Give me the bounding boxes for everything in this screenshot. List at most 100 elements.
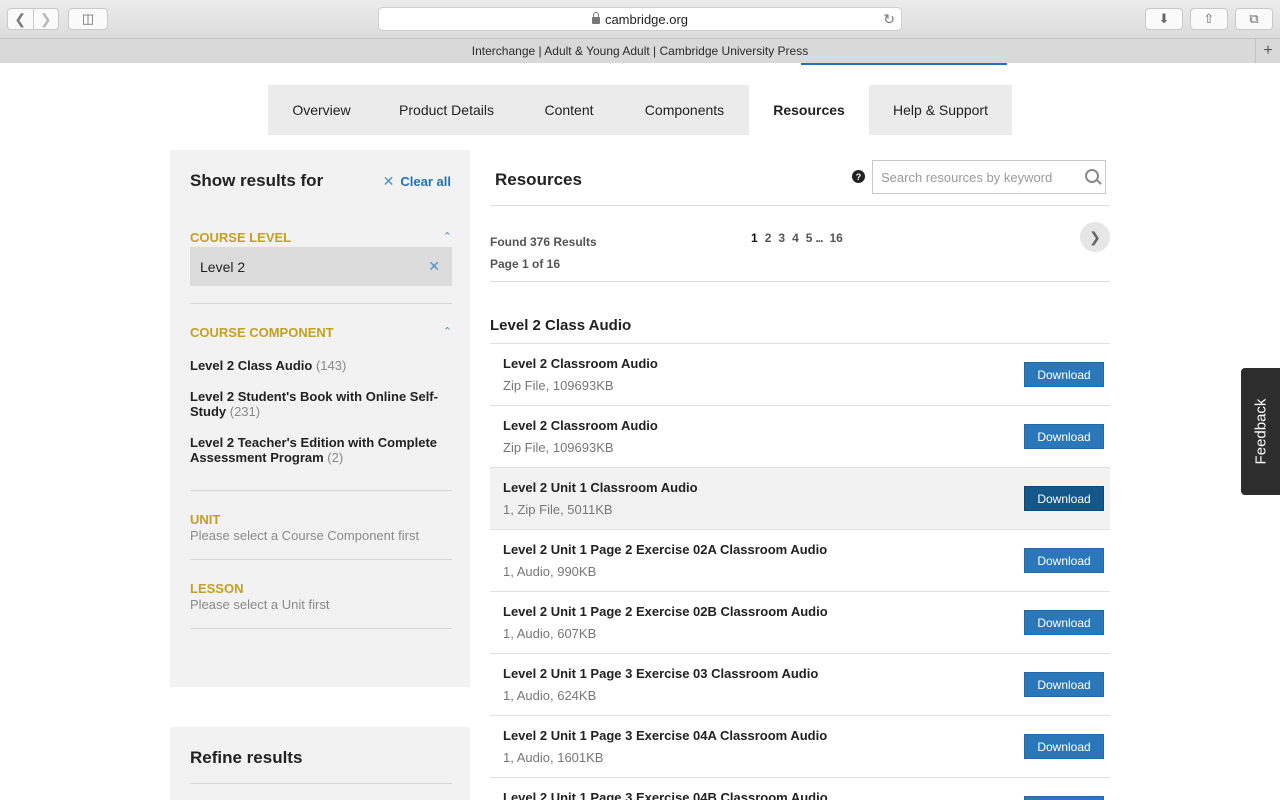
divider <box>190 303 452 304</box>
chevron-right-icon: ❯ <box>1089 228 1101 245</box>
close-icon: ✕ <box>382 173 395 189</box>
resource-list: Level 2 Classroom Audio Zip File, 109693… <box>490 343 1110 800</box>
tabs-overview-icon[interactable]: ⧉ <box>1235 8 1273 30</box>
resource-meta: Zip File, 109693KB <box>503 378 614 393</box>
course-component-heading: COURSE COMPONENT <box>190 325 334 340</box>
resource-meta: 1, Audio, 1601KB <box>503 750 604 765</box>
page-ellipsis: ... <box>815 231 823 245</box>
resource-row: Level 2 Unit 1 Page 2 Exercise 02B Class… <box>490 591 1110 653</box>
page-link[interactable]: 3 <box>778 231 785 245</box>
page-link[interactable]: 1 <box>751 231 758 245</box>
page-link[interactable]: 2 <box>765 231 772 245</box>
resource-meta: 1, Zip File, 5011KB <box>503 502 613 517</box>
tab-strip: Interchange | Adult & Young Adult | Camb… <box>0 38 1280 63</box>
unit-header[interactable]: UNIT <box>190 512 452 527</box>
divider <box>490 205 1110 206</box>
results-count: Found 376 Results <box>490 235 597 249</box>
search-input[interactable] <box>873 162 1081 192</box>
resource-row: Level 2 Unit 1 Page 3 Exercise 04A Class… <box>490 715 1110 777</box>
course-level-heading: COURSE LEVEL <box>190 230 292 245</box>
chevron-up-icon[interactable]: ⌃ <box>443 325 452 340</box>
forward-icon[interactable]: ❯ <box>34 9 59 29</box>
remove-filter-icon[interactable]: ✕ <box>428 258 440 275</box>
reload-icon[interactable]: ↻ <box>883 11 895 28</box>
download-button[interactable]: Download <box>1024 734 1104 759</box>
header-accent-bar <box>801 63 1007 65</box>
tab-components[interactable]: Components <box>620 85 749 135</box>
lesson-heading: LESSON <box>190 581 244 596</box>
sidebar-title: Show results for <box>190 171 324 190</box>
divider <box>190 559 452 560</box>
resource-row: Level 2 Classroom Audio Zip File, 109693… <box>490 343 1110 405</box>
lesson-hint: Please select a Unit first <box>190 597 330 612</box>
tab-resources[interactable]: Resources <box>749 85 869 135</box>
resource-meta: 1, Audio, 607KB <box>503 626 597 641</box>
url-text: cambridge.org <box>604 11 689 27</box>
page-link[interactable]: 5 <box>806 231 813 245</box>
refine-panel: Refine results <box>170 727 470 800</box>
sidebar-toggle-icon[interactable]: ◫ <box>68 8 108 30</box>
resource-row: Level 2 Unit 1 Page 2 Exercise 02A Class… <box>490 529 1110 591</box>
pagination: 1 2 3 4 5 ... 16 <box>751 231 843 245</box>
download-button[interactable]: Download <box>1024 610 1104 635</box>
address-bar[interactable]: cambridge.org ↻ <box>378 7 902 31</box>
tab-content[interactable]: Content <box>518 85 620 135</box>
download-icon[interactable]: ⬇ <box>1145 8 1183 30</box>
feedback-tab[interactable]: Feedback <box>1241 368 1280 495</box>
clear-all-button[interactable]: ✕ Clear all <box>383 173 451 190</box>
lock-icon <box>591 11 600 24</box>
download-button[interactable]: Download <box>1024 424 1104 449</box>
component-option-count: (143) <box>315 358 347 373</box>
resource-title: Level 2 Classroom Audio <box>503 418 658 433</box>
course-component-header[interactable]: COURSE COMPONENT ⌃ <box>190 325 452 340</box>
component-option[interactable]: Level 2 Student's Book with Online Self-… <box>190 389 452 419</box>
page-link[interactable]: 16 <box>829 231 842 245</box>
download-button[interactable]: Download <box>1024 672 1104 697</box>
unit-hint: Please select a Course Component first <box>190 528 420 543</box>
feedback-label: Feedback <box>1252 398 1269 465</box>
resource-meta: 1, Audio, 624KB <box>503 688 597 703</box>
new-tab-icon[interactable]: + <box>1255 39 1280 63</box>
next-page-button[interactable]: ❯ <box>1080 222 1110 252</box>
history-nav: ❮ ❯ <box>7 8 59 30</box>
resource-row: Level 2 Unit 1 Page 3 Exercise 03 Classr… <box>490 653 1110 715</box>
download-button[interactable]: Download <box>1024 548 1104 573</box>
component-option-count: (231) <box>229 404 261 419</box>
page-link[interactable]: 4 <box>792 231 799 245</box>
back-icon[interactable]: ❮ <box>8 9 34 29</box>
selected-filter-label: Level 2 <box>200 258 246 275</box>
resource-title: Level 2 Unit 1 Page 3 Exercise 04A Class… <box>503 728 828 743</box>
tab-overview[interactable]: Overview <box>268 85 375 135</box>
tab-help-support[interactable]: Help & Support <box>869 85 1012 135</box>
resource-title: Level 2 Unit 1 Classroom Audio <box>503 480 698 495</box>
resources-title: Resources <box>495 170 582 189</box>
clear-all-label: Clear all <box>400 174 451 189</box>
filter-sidebar: Show results for ✕ Clear all COURSE LEVE… <box>170 150 470 687</box>
course-level-header[interactable]: COURSE LEVEL ⌃ <box>190 230 452 245</box>
divider <box>190 628 452 629</box>
search-icon[interactable] <box>1081 162 1105 192</box>
help-icon[interactable]: ? <box>852 170 865 183</box>
resource-title: Level 2 Classroom Audio <box>503 356 658 371</box>
resource-meta: Zip File, 109693KB <box>503 440 614 455</box>
resource-group-title: Level 2 Class Audio <box>490 317 632 334</box>
page-indicator: Page 1 of 16 <box>490 257 561 271</box>
component-option[interactable]: Level 2 Teacher's Edition with Complete … <box>190 435 452 465</box>
component-option-label: Level 2 Class Audio <box>190 358 313 373</box>
resource-search <box>872 160 1106 194</box>
product-tabs: Overview Product Details Content Compone… <box>268 85 1012 135</box>
lesson-header[interactable]: LESSON <box>190 581 452 596</box>
tab-title[interactable]: Interchange | Adult & Young Adult | Camb… <box>472 44 808 58</box>
share-icon[interactable]: ⇧ <box>1190 8 1228 30</box>
refine-title: Refine results <box>190 748 303 767</box>
divider <box>490 281 1110 282</box>
resource-title: Level 2 Unit 1 Page 2 Exercise 02A Class… <box>503 542 828 557</box>
chevron-up-icon[interactable]: ⌃ <box>443 230 452 245</box>
resource-meta: 1, Audio, 990KB <box>503 564 597 579</box>
tab-product-details[interactable]: Product Details <box>375 85 518 135</box>
download-button[interactable]: Download <box>1024 796 1104 800</box>
component-option[interactable]: Level 2 Class Audio (143) <box>190 358 452 373</box>
download-button[interactable]: Download <box>1024 486 1104 511</box>
download-button[interactable]: Download <box>1024 362 1104 387</box>
divider <box>190 783 452 784</box>
